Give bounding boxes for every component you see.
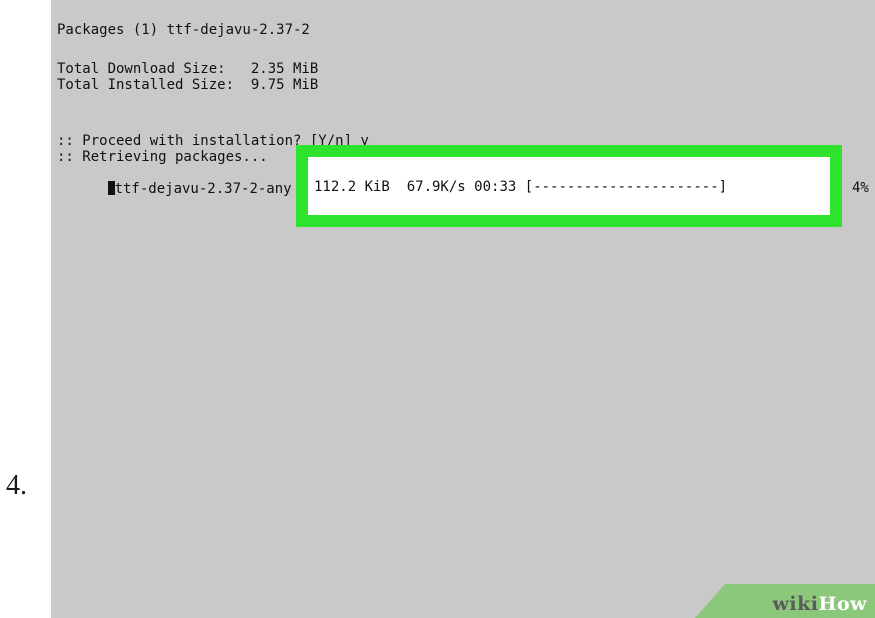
transferred-size: 112.2 KiB (314, 179, 390, 195)
download-eta: 00:33 (474, 179, 517, 195)
retrieving-line: :: Retrieving packages... (57, 149, 268, 165)
package-name: ttf-dejavu-2.37-2-any (114, 181, 292, 197)
installed-size-line: Total Installed Size: 9.75 MiB (57, 77, 319, 93)
download-percent: 4% (852, 180, 869, 196)
progress-highlight-box: 112.2 KiB 67.9K/s 00:33 [---------------… (296, 145, 842, 227)
wikihow-logo: wikiHow (772, 593, 867, 615)
package-download-line: ttf-dejavu-2.37-2-any (57, 165, 292, 213)
download-speed: 67.9K/s (406, 179, 466, 195)
download-size-line: Total Download Size: 2.35 MiB (57, 61, 319, 77)
terminal-cursor (107, 181, 115, 195)
wikihow-watermark: wikiHow (695, 584, 875, 618)
terminal-window[interactable]: Packages (1) ttf-dejavu-2.37-2 Total Dow… (51, 0, 875, 618)
step-number: 4. (6, 470, 27, 501)
progress-highlight-inner: 112.2 KiB 67.9K/s 00:33 [---------------… (308, 157, 830, 215)
packages-line: Packages (1) ttf-dejavu-2.37-2 (57, 22, 310, 38)
progress-bar: [----------------------] (524, 179, 728, 195)
page: 4. Packages (1) ttf-dejavu-2.37-2 Total … (0, 0, 875, 618)
progress-readout: 112.2 KiB 67.9K/s 00:33 [---------------… (314, 179, 727, 195)
